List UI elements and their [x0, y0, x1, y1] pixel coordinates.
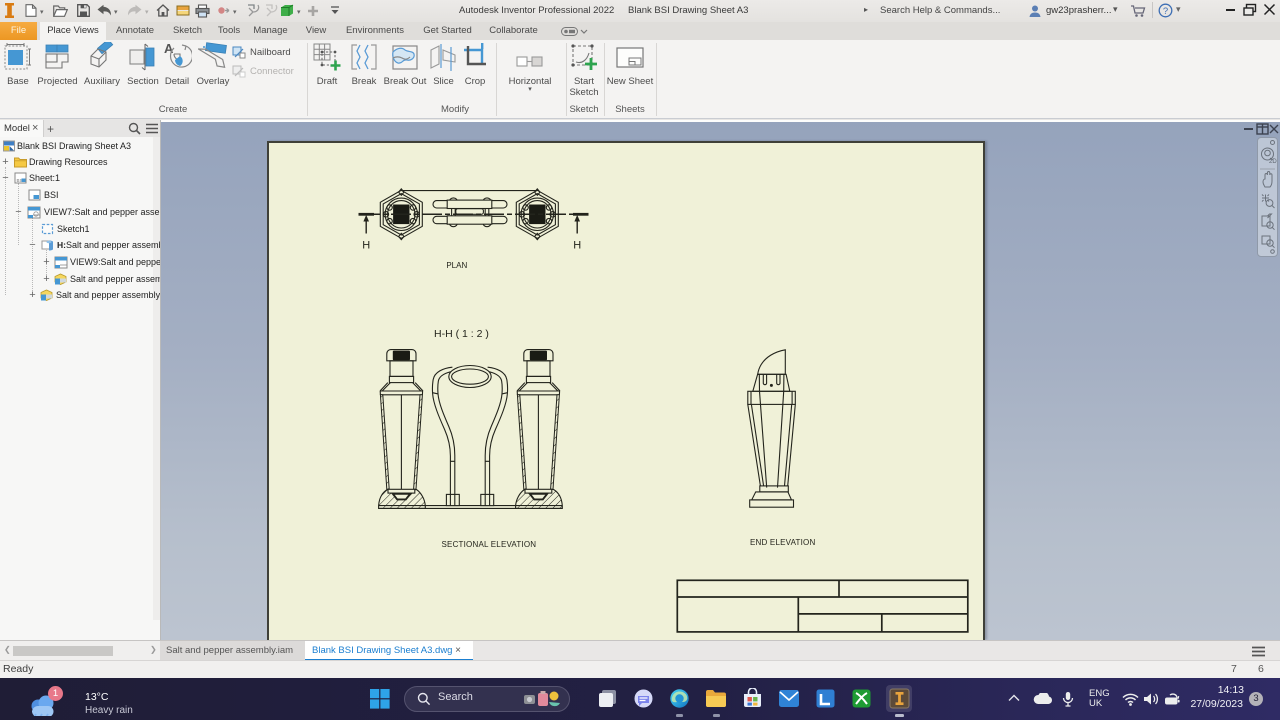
svg-text:SECTIONAL ELEVATION: SECTIONAL ELEVATION [442, 540, 537, 549]
svg-text:PLAN: PLAN [446, 261, 467, 270]
svg-text:H-H ( 1 : 2 ): H-H ( 1 : 2 ) [434, 328, 489, 340]
svg-text:H: H [573, 240, 581, 252]
svg-text:2D: 2D [1269, 159, 1277, 165]
svg-text:END ELEVATION: END ELEVATION [750, 538, 815, 547]
svg-text:?: ? [1163, 6, 1168, 17]
svg-text:H: H [362, 240, 370, 252]
